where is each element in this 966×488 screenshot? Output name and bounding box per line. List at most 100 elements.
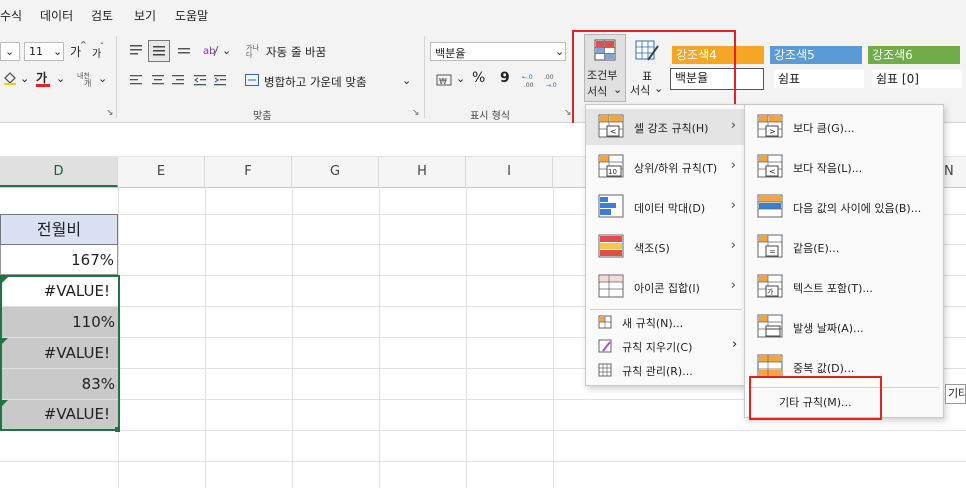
increase-indent-icon[interactable]: [212, 72, 228, 88]
highlight-cells-submenu: > 보다 큼(G)... < 보다 작음(L)... 다음 값의 사이에 있음(…: [744, 104, 944, 418]
svg-text:개: 개: [84, 78, 91, 88]
top-bottom-icon: 10: [598, 154, 624, 178]
menu-item-clear-rules[interactable]: 규칙 지우기(C) ›: [586, 335, 746, 357]
cell-d-row6[interactable]: #VALUE!: [2, 400, 118, 429]
submenu-text-contains-label: 텍스트 포함(T)...: [793, 282, 873, 295]
font-name-dropdown[interactable]: ⌄: [0, 42, 20, 61]
fill-handle[interactable]: [115, 427, 120, 432]
color-scales-icon: [598, 234, 624, 258]
menu-item-data-bars[interactable]: 데이터 막대(D) ›: [586, 189, 746, 225]
menu-item-clear-rules-label: 규칙 지우기(C): [622, 341, 693, 354]
menu-review[interactable]: 검토: [91, 7, 113, 24]
cell-d-row3[interactable]: 110%: [2, 307, 118, 337]
submenu-date-occurring-label: 발생 날짜(A)...: [793, 322, 864, 335]
align-left-icon[interactable]: [128, 72, 144, 88]
accounting-format-icon[interactable]: ₩: [436, 72, 454, 88]
decrease-indent-icon[interactable]: [192, 72, 208, 88]
menu-item-top-bottom[interactable]: 10 상위/하위 규칙(T) ›: [586, 149, 746, 185]
menu-item-data-bars-label: 데이터 막대(D): [634, 202, 706, 215]
column-header-h[interactable]: H: [379, 157, 466, 187]
svg-text:가: 가: [767, 287, 774, 296]
menu-item-new-rule[interactable]: 새 규칙(N)...: [586, 311, 746, 333]
style-comma[interactable]: 쉼표: [774, 70, 864, 88]
menu-item-manage-rules-label: 규칙 관리(R)...: [622, 365, 693, 378]
column-header-d[interactable]: D: [0, 157, 118, 187]
wrap-text-button[interactable]: 자동 줄 바꿈: [266, 44, 326, 60]
tooltip: 기타: [945, 384, 966, 404]
svg-text:<: <: [769, 167, 776, 176]
chevron-right-icon: ›: [730, 118, 736, 133]
submenu-greater-than-label: 보다 큼(G)...: [793, 122, 855, 135]
number-format-value: 백분율: [435, 47, 466, 60]
menu-item-color-scales[interactable]: 색조(S) ›: [586, 229, 746, 265]
phonetic-guide-icon[interactable]: 내천개: [76, 70, 98, 88]
column-header-f[interactable]: F: [205, 157, 292, 187]
menu-formulas[interactable]: 수식: [0, 7, 22, 24]
font-color-swatch: [36, 84, 50, 87]
clear-rules-icon: [598, 339, 612, 353]
submenu-item-greater-than[interactable]: > 보다 큼(G)...: [745, 109, 943, 145]
svg-text:=: =: [769, 247, 776, 256]
submenu-equal-label: 같음(E)...: [793, 242, 840, 255]
merge-center-button[interactable]: 병합하고 가운데 맞춤: [264, 74, 367, 90]
submenu-item-between[interactable]: 다음 값의 사이에 있음(B)...: [745, 189, 943, 225]
decrease-decimal-icon[interactable]: .00→.0: [544, 72, 562, 88]
font-size-dropdown[interactable]: 11 ⌄: [24, 42, 64, 61]
percent-style-button[interactable]: %: [472, 70, 485, 86]
menu-data[interactable]: 데이터: [40, 7, 73, 24]
chevron-right-icon: ›: [730, 158, 736, 173]
manage-rules-icon: [598, 363, 612, 377]
comma-style-button[interactable]: 9: [500, 70, 510, 86]
style-comma0[interactable]: 쉼표 [0]: [872, 70, 962, 88]
fill-color-icon[interactable]: [2, 70, 18, 86]
column-header-i[interactable]: I: [466, 157, 553, 187]
menu-item-icon-sets[interactable]: 아이콘 집합(I) ›: [586, 269, 746, 305]
alignment-group-label: 맞춤: [253, 111, 272, 122]
menu-item-highlight-cells-label: 셀 강조 규칙(H): [634, 122, 709, 135]
submenu-item-less-than[interactable]: < 보다 작음(L)...: [745, 149, 943, 185]
increase-decimal-icon[interactable]: ←.0.00: [522, 72, 540, 88]
align-right-icon[interactable]: [170, 72, 186, 88]
menu-help[interactable]: 도움말: [175, 7, 208, 24]
equal-icon: =: [757, 234, 783, 258]
align-bottom-icon[interactable]: [176, 42, 192, 58]
style-accent6[interactable]: 강조색6: [868, 46, 960, 64]
number-dialog-launcher-icon[interactable]: ↘: [564, 108, 572, 118]
svg-text:ab: ab: [203, 46, 215, 57]
cell-d-row5[interactable]: 83%: [2, 369, 118, 399]
duplicate-values-icon: [757, 354, 783, 378]
data-bars-icon: [598, 194, 624, 218]
column-header-g[interactable]: G: [292, 157, 379, 187]
cell-d-header[interactable]: 전월비: [0, 214, 118, 245]
submenu-item-text-contains[interactable]: 가 텍스트 포함(T)...: [745, 269, 943, 305]
number-format-dropdown[interactable]: 백분율 ⌄: [430, 42, 566, 61]
alignment-dialog-launcher-icon[interactable]: ↘: [412, 108, 420, 118]
submenu-item-equal[interactable]: = 같음(E)...: [745, 229, 943, 265]
highlight-cells-icon: <: [598, 114, 624, 138]
menu-view[interactable]: 보기: [134, 7, 156, 24]
align-center-icon[interactable]: [150, 72, 166, 88]
cell-d-row2[interactable]: #VALUE!: [2, 277, 118, 306]
font-dialog-launcher-icon[interactable]: ↘: [106, 108, 114, 118]
between-icon: [757, 194, 783, 218]
cell-d-row4[interactable]: #VALUE!: [2, 338, 118, 368]
menu-item-icon-sets-label: 아이콘 집합(I): [634, 282, 700, 295]
align-top-icon[interactable]: [128, 42, 144, 58]
menu-item-highlight-cells[interactable]: < 셀 강조 규칙(H) ›: [586, 109, 746, 145]
style-accent5[interactable]: 강조색5: [770, 46, 862, 64]
conditional-formatting-menu: < 셀 강조 규칙(H) › 10 상위/하위 규칙(T) › 데이터 막대(D…: [585, 104, 747, 386]
cell-d-row1[interactable]: 167%: [0, 245, 118, 275]
error-indicator-icon: [2, 277, 8, 283]
new-rule-icon: [598, 315, 612, 329]
column-header-e[interactable]: E: [118, 157, 205, 187]
orientation-icon[interactable]: ab: [202, 42, 220, 58]
align-middle-button[interactable]: [148, 40, 170, 62]
column-header-n[interactable]: N: [944, 164, 954, 179]
merge-center-icon[interactable]: [244, 72, 260, 88]
svg-text:>: >: [769, 127, 776, 136]
submenu-item-date-occurring[interactable]: 발생 날짜(A)...: [745, 309, 943, 345]
wrap-text-icon[interactable]: 가나다: [246, 42, 264, 58]
submenu-less-than-label: 보다 작음(L)...: [793, 162, 863, 175]
menu-item-manage-rules[interactable]: 규칙 관리(R)...: [586, 359, 746, 381]
submenu-duplicate-values-label: 중복 값(D)...: [793, 362, 855, 375]
